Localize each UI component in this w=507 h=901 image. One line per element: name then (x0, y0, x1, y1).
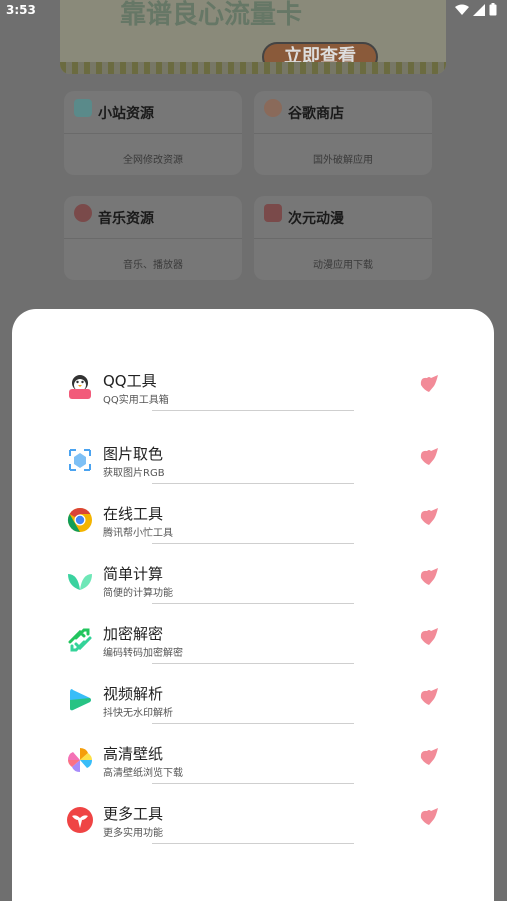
video-play-icon (70, 689, 91, 711)
item-divider (152, 543, 354, 544)
resource-card[interactable]: 谷歌商店 国外破解应用 (254, 91, 432, 175)
card-title: 谷歌商店 (288, 106, 344, 122)
card-title: 音乐资源 (98, 211, 154, 227)
color-picker-icon (69, 449, 91, 471)
card-subtitle: 音乐、播放器 (123, 260, 183, 271)
item-divider (152, 603, 354, 604)
play-icon (74, 99, 92, 117)
heart-icon[interactable] (418, 806, 440, 828)
tool-subtitle: 更多实用功能 (103, 828, 163, 839)
status-icons (455, 3, 497, 16)
card-divider (254, 238, 432, 239)
item-divider (152, 723, 354, 724)
resource-card[interactable]: 次元动漫 动漫应用下载 (254, 196, 432, 280)
tool-item-online-tools[interactable]: 在线工具 腾讯帮小忙工具 (12, 498, 494, 558)
leaf-icon (68, 574, 92, 590)
heart-icon[interactable] (418, 566, 440, 588)
google-icon (264, 99, 282, 117)
card-subtitle: 全网修改资源 (123, 155, 183, 166)
wifi-icon (455, 4, 469, 15)
item-divider (152, 783, 354, 784)
resource-card[interactable]: 小站资源 全网修改资源 (64, 91, 242, 175)
item-divider (152, 663, 354, 664)
pinwheel-icon (68, 748, 92, 772)
bird-icon (67, 807, 93, 833)
tool-title: 视频解析 (103, 685, 164, 703)
tool-item-color-picker[interactable]: 图片取色 获取图片RGB (12, 438, 494, 498)
heart-icon[interactable] (418, 373, 440, 395)
heart-icon[interactable] (418, 746, 440, 768)
tool-subtitle: 编码转码加密解密 (103, 648, 183, 659)
item-divider (152, 410, 354, 411)
banner-stripe (60, 62, 446, 74)
heart-icon[interactable] (418, 686, 440, 708)
signal-icon (473, 3, 485, 16)
tool-title: 简单计算 (103, 565, 164, 583)
tool-subtitle: 腾讯帮小忙工具 (103, 528, 173, 539)
card-divider (64, 133, 242, 134)
resource-card[interactable]: 音乐资源 音乐、播放器 (64, 196, 242, 280)
qq-penguin-icon (69, 375, 91, 399)
tool-item-encrypt[interactable]: 加密解密 编码转码加密解密 (12, 618, 494, 678)
card-title: 次元动漫 (288, 211, 344, 227)
tools-bottom-sheet: QQ工具 QQ实用工具箱 图片取色 获取图片RGB 在线工具 腾讯帮小忙工具 简… (12, 309, 494, 901)
swap-arrows-icon (68, 628, 92, 652)
tool-title: 图片取色 (103, 445, 164, 463)
tool-title: QQ工具 (103, 372, 157, 390)
music-icon (74, 204, 92, 222)
card-subtitle: 国外破解应用 (313, 155, 373, 166)
tool-item-video-parse[interactable]: 视频解析 抖快无水印解析 (12, 678, 494, 738)
tool-title: 加密解密 (103, 625, 164, 643)
item-divider (152, 483, 354, 484)
tool-item-wallpaper[interactable]: 高清壁纸 高清壁纸浏览下载 (12, 738, 494, 798)
tool-subtitle: 抖快无水印解析 (103, 708, 173, 719)
status-time: 3:53 (6, 3, 36, 17)
tool-subtitle: 高清壁纸浏览下载 (103, 768, 183, 779)
tool-subtitle: 获取图片RGB (103, 468, 165, 479)
tool-title: 更多工具 (103, 805, 164, 823)
card-divider (254, 133, 432, 134)
heart-icon[interactable] (418, 446, 440, 468)
heart-icon[interactable] (418, 506, 440, 528)
tool-title: 在线工具 (103, 505, 164, 523)
tool-subtitle: 简便的计算功能 (103, 588, 173, 599)
battery-icon (489, 3, 497, 16)
chrome-icon (67, 508, 92, 532)
tool-subtitle: QQ实用工具箱 (103, 395, 169, 406)
tool-item-calculator[interactable]: 简单计算 简便的计算功能 (12, 558, 494, 618)
anime-icon (264, 204, 282, 222)
card-title: 小站资源 (98, 106, 154, 122)
tool-item-qq[interactable]: QQ工具 QQ实用工具箱 (12, 365, 494, 425)
card-subtitle: 动漫应用下载 (313, 260, 373, 271)
tool-title: 高清壁纸 (103, 745, 164, 763)
card-divider (64, 238, 242, 239)
tool-item-more[interactable]: 更多工具 更多实用功能 (12, 798, 494, 858)
heart-icon[interactable] (418, 626, 440, 648)
item-divider (152, 843, 354, 844)
status-bar: 3:53 (0, 0, 507, 22)
